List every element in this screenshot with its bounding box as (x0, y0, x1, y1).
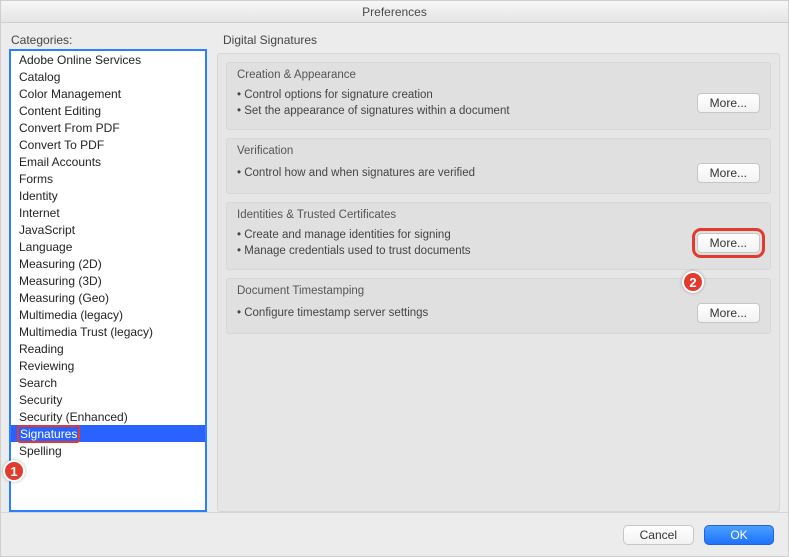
category-item[interactable]: Forms (11, 170, 205, 187)
group-title: Identities & Trusted Certificates (237, 209, 760, 221)
category-item[interactable]: Adobe Online Services (11, 51, 205, 68)
category-item[interactable]: Search (11, 374, 205, 391)
category-item[interactable]: Identity (11, 187, 205, 204)
more-button[interactable]: More... (697, 93, 760, 113)
preferences-window: Preferences Categories: Adobe Online Ser… (0, 0, 789, 557)
annotation-1: 1 (3, 460, 25, 482)
group-description: Control how and when signatures are veri… (237, 165, 689, 181)
category-item[interactable]: Measuring (Geo) (11, 289, 205, 306)
group-description: Create and manage identities for signing… (237, 227, 689, 259)
group-body: Control how and when signatures are veri… (237, 163, 760, 183)
dialog-footer: Cancel OK (1, 512, 788, 556)
category-item[interactable]: Measuring (3D) (11, 272, 205, 289)
category-item[interactable]: Measuring (2D) (11, 255, 205, 272)
settings-group: Creation & Appearance Control options for… (226, 62, 771, 130)
settings-group: Identities & Trusted Certificates Create … (226, 202, 771, 270)
content-area: Categories: Adobe Online ServicesCatalog… (1, 23, 788, 512)
category-item[interactable]: Reading (11, 340, 205, 357)
category-item[interactable]: JavaScript (11, 221, 205, 238)
more-button[interactable]: More... (697, 163, 760, 183)
sidebar: Categories: Adobe Online ServicesCatalog… (9, 31, 207, 512)
group-title: Verification (237, 145, 760, 157)
category-item[interactable]: Security (11, 391, 205, 408)
categories-box: Adobe Online ServicesCatalogColor Manage… (9, 49, 207, 512)
main-heading: Digital Signatures (217, 31, 780, 53)
group-title: Creation & Appearance (237, 69, 760, 81)
categories-label: Categories: (9, 31, 207, 49)
category-item[interactable]: Catalog (11, 68, 205, 85)
bullet-line: Control how and when signatures are veri… (237, 165, 689, 181)
more-button[interactable]: More... (697, 303, 760, 323)
cancel-button[interactable]: Cancel (623, 525, 694, 545)
category-item[interactable]: Email Accounts (11, 153, 205, 170)
category-item[interactable]: Language (11, 238, 205, 255)
group-title: Document Timestamping (237, 285, 760, 297)
annotation-2: 2 (682, 271, 704, 293)
bullet-line: Set the appearance of signatures within … (237, 103, 689, 119)
category-item[interactable]: Convert To PDF (11, 136, 205, 153)
category-item[interactable]: Signatures (11, 425, 205, 442)
category-item[interactable]: Spelling (11, 442, 205, 459)
settings-group: Verification Control how and when signatu… (226, 138, 771, 194)
bullet-line: Configure timestamp server settings (237, 305, 689, 321)
category-item[interactable]: Color Management (11, 85, 205, 102)
more-button[interactable]: More... (697, 233, 760, 253)
ok-button[interactable]: OK (704, 525, 774, 545)
categories-list[interactable]: Adobe Online ServicesCatalogColor Manage… (11, 51, 205, 510)
group-body: Control options for signature creationSe… (237, 87, 760, 119)
category-item[interactable]: Internet (11, 204, 205, 221)
group-description: Configure timestamp server settings (237, 305, 689, 321)
bullet-line: Manage credentials used to trust documen… (237, 243, 689, 259)
window-title: Preferences (1, 1, 788, 23)
category-item[interactable]: Convert From PDF (11, 119, 205, 136)
category-item[interactable]: Multimedia (legacy) (11, 306, 205, 323)
group-description: Control options for signature creationSe… (237, 87, 689, 119)
bullet-line: Control options for signature creation (237, 87, 689, 103)
group-body: Create and manage identities for signing… (237, 227, 760, 259)
bullet-line: Create and manage identities for signing (237, 227, 689, 243)
category-item[interactable]: Security (Enhanced) (11, 408, 205, 425)
category-item[interactable]: Reviewing (11, 357, 205, 374)
group-body: Configure timestamp server settings More.… (237, 303, 760, 323)
category-item[interactable]: Multimedia Trust (legacy) (11, 323, 205, 340)
category-item[interactable]: Content Editing (11, 102, 205, 119)
